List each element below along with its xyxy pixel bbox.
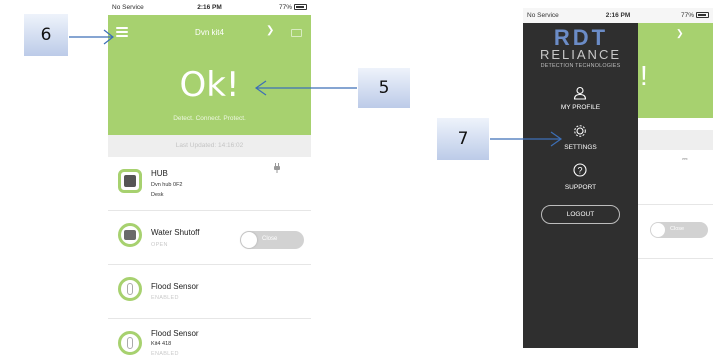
callout-label-7: 7 [437, 118, 489, 160]
brand-name: RELIANCE [539, 47, 622, 62]
logout-button[interactable]: LOGOUT [541, 205, 620, 224]
device-name: Flood Sensor [151, 329, 199, 338]
tagline: Detect. Connect. Protect. [173, 115, 246, 122]
user-icon[interactable] [573, 86, 587, 100]
side-drawer: RDT RELIANCE DETECTION TECHNOLOGIES MY P… [523, 23, 638, 348]
device-row-hub[interactable]: HUB Dvn hub 0F2 Desk [108, 157, 311, 211]
callout-label-5: 5 [358, 68, 410, 108]
device-status: ENABLED [151, 295, 179, 301]
background-last-updated [638, 130, 713, 150]
brand-subtitle: DETECTION TECHNOLOGIES [540, 63, 621, 69]
hub-icon [118, 169, 142, 193]
device-name: HUB [151, 169, 168, 178]
gear-icon[interactable] [573, 124, 587, 138]
rdt-logo-mark: RDT [554, 27, 608, 47]
battery-icon [696, 12, 709, 19]
background-toggle: Close [650, 222, 708, 238]
svg-text:RDT: RDT [554, 27, 608, 47]
kit-title[interactable]: Dvn kit4 [108, 28, 311, 37]
clock-text: 2:16 PM [605, 12, 631, 19]
toggle-label: Close [262, 236, 278, 242]
valve-icon [118, 223, 142, 247]
plug-icon [274, 163, 280, 173]
plug-icon: ⎓ [682, 156, 688, 163]
battery-icon [294, 4, 307, 11]
status-bar: No Service 2:16 PM 77% [108, 0, 311, 15]
menu-item-settings[interactable]: SETTINGS [523, 144, 638, 151]
background-status-glyph: ! [640, 60, 648, 91]
toggle-knob [241, 232, 257, 248]
last-updated-bar: Last Updated: 14:16:02 [108, 135, 311, 157]
callout-label-6: 6 [24, 14, 68, 56]
flood-sensor-icon [118, 277, 142, 301]
system-status-text: Ok! [179, 65, 240, 105]
divider [638, 204, 713, 205]
chevron-down-icon: ❯ [676, 28, 684, 38]
svg-text:?: ? [577, 166, 582, 176]
chevron-down-icon[interactable]: ❯ [266, 25, 274, 36]
toggle-knob [651, 223, 665, 237]
divider [638, 258, 713, 259]
device-row-flood-sensor[interactable]: Flood Sensor Kit4 418 ENABLED [108, 319, 311, 360]
device-detail: Dvn hub 0F2 [151, 182, 183, 188]
device-status: ENABLED [151, 351, 179, 357]
message-icon[interactable] [291, 29, 302, 37]
device-row-water-shutoff[interactable]: Water Shutoff OPEN Close [108, 211, 311, 265]
status-bar: No Service 2:16 PM 77% [523, 8, 713, 23]
figure-canvas: 6 5 7 No Service 2:16 PM 77% Dvn kit4 ❯ … [0, 0, 718, 360]
device-name: Water Shutoff [151, 228, 200, 237]
device-status: OPEN [151, 242, 168, 248]
device-location: Desk [151, 192, 164, 198]
toggle-label: Close [670, 226, 685, 232]
device-name: Flood Sensor [151, 282, 199, 291]
device-detail: Kit4 418 [151, 341, 172, 347]
help-icon[interactable]: ? [573, 163, 587, 177]
phone-screen-menu: No Service 2:16 PM 77% ❯ ! ⎓ Close RDT R… [523, 8, 713, 348]
menu-item-support[interactable]: SUPPORT [523, 184, 638, 191]
clock-text: 2:16 PM [197, 4, 222, 11]
flood-sensor-icon [118, 331, 142, 355]
close-valve-toggle[interactable]: Close [240, 231, 304, 249]
device-row-flood-sensor[interactable]: Flood Sensor ENABLED [108, 265, 311, 319]
status-panel: Dvn kit4 ❯ Ok! Detect. Connect. Protect. [108, 15, 311, 135]
menu-item-my-profile[interactable]: MY PROFILE [523, 104, 638, 111]
phone-screen-dashboard: No Service 2:16 PM 77% Dvn kit4 ❯ Ok! De… [108, 0, 311, 360]
